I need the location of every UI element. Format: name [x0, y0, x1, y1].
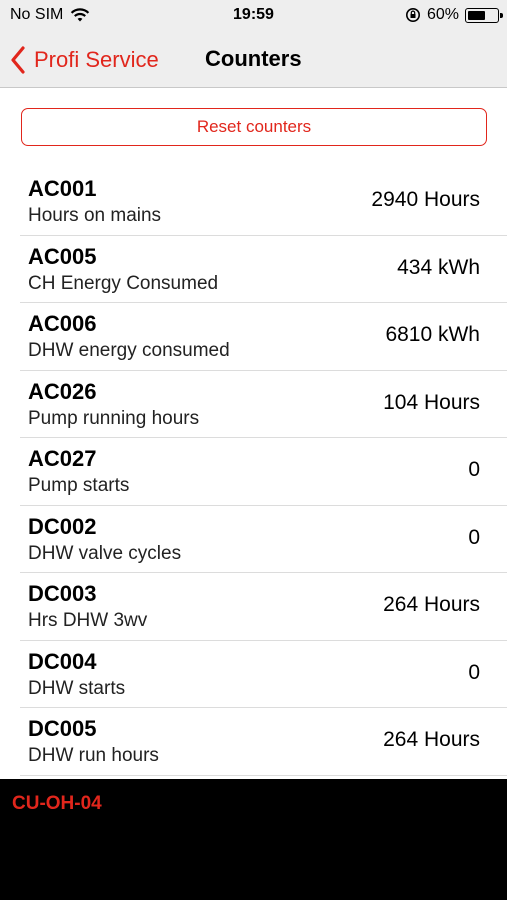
battery-icon [465, 7, 503, 23]
counter-description: Hours on mains [28, 205, 162, 226]
counter-description: DHW energy consumed [28, 340, 230, 361]
counter-code: AC006 [28, 311, 97, 336]
counter-description: DHW run hours [28, 745, 159, 766]
counter-description: Pump starts [28, 475, 130, 496]
counter-row[interactable]: DC002 DHW valve cycles 0 [20, 506, 507, 573]
counter-list: AC001 Hours on mains 2940 Hours AC005 CH Ene… [0, 168, 507, 776]
footer-bar: CU-OH-04 [0, 779, 507, 900]
counter-code: AC001 [28, 176, 97, 201]
counter-value: 104 Hours [383, 390, 480, 414]
chevron-left-icon [11, 46, 25, 74]
counter-description: DHW starts [28, 677, 126, 699]
counter-code: AC027 [28, 446, 97, 471]
counter-row[interactable]: AC027 Pump starts 0 [20, 438, 507, 506]
counter-row[interactable]: AC001 Hours on mains 2940 Hours [20, 168, 507, 236]
counter-value: 6810 kWh [385, 323, 480, 346]
counter-value: 434 kWh [397, 255, 480, 279]
counter-row[interactable]: DC003 Hrs DHW 3wv 264 Hours [20, 573, 507, 641]
device-code-label: CU-OH-04 [12, 793, 102, 814]
counter-row[interactable]: AC005 CH Energy Consumed 434 kWh [20, 236, 507, 303]
back-button[interactable]: Profi Service [10, 42, 159, 78]
counter-code: DC005 [28, 716, 97, 741]
counter-row[interactable]: AC006 DHW energy consumed 6810 kWh [20, 303, 507, 371]
battery-level [468, 10, 485, 20]
counter-description: DHW valve cycles [28, 542, 182, 564]
counter-code: AC026 [28, 378, 97, 404]
counters-content: Reset counters AC001 Hours on mains 2940 H… [0, 89, 507, 779]
counter-row[interactable]: DC004 DHW starts 0 [20, 641, 507, 708]
page-title: Counters [205, 46, 302, 71]
rotation-lock-icon [405, 8, 420, 22]
navigation-bar: Profi Service Counters [0, 32, 507, 88]
counter-description: Hrs DHW 3wv [28, 610, 148, 631]
counter-description: Pump running hours [28, 407, 200, 429]
counter-code: DC003 [28, 581, 97, 606]
counter-row[interactable]: AC026 Pump running hours 104 Hours [20, 371, 507, 438]
counter-value: 0 [468, 525, 480, 549]
reset-counters-button[interactable]: Reset counters [21, 108, 487, 146]
counter-code: AC005 [28, 243, 97, 269]
status-bar: No SIM 19:59 60% [0, 0, 507, 32]
status-right: 60% [405, 6, 503, 24]
counter-value: 264 Hours [383, 593, 480, 616]
counter-description: CH Energy Consumed [28, 272, 219, 294]
counter-value: 2940 Hours [371, 188, 480, 211]
back-button-label: Profi Service [34, 47, 159, 72]
battery-tip [500, 12, 503, 18]
counter-value: 264 Hours [383, 728, 480, 751]
battery-percent: 60% [426, 6, 459, 23]
counter-value: 0 [468, 458, 480, 481]
counter-value: 0 [468, 660, 480, 684]
counter-row[interactable]: DC005 DHW run hours 264 Hours [20, 708, 507, 776]
counter-code: DC002 [28, 513, 97, 539]
counter-code: DC004 [28, 648, 97, 674]
